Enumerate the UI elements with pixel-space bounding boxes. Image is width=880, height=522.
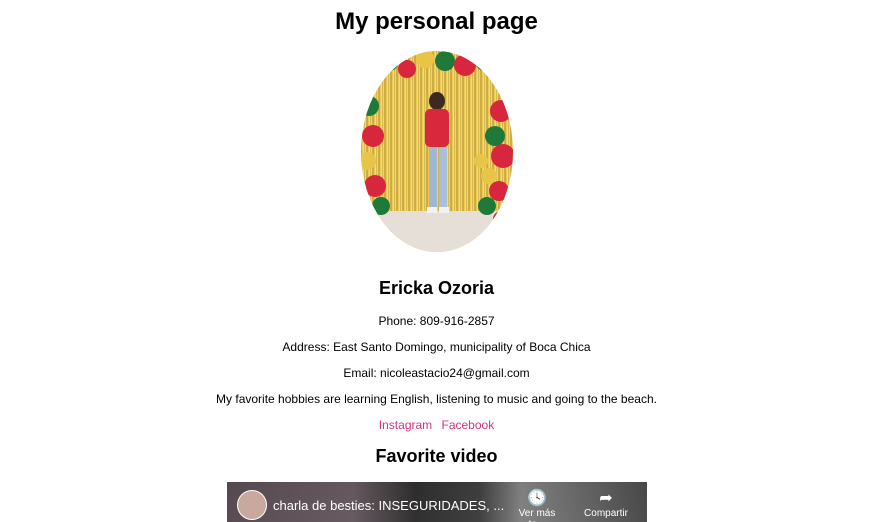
share-icon: ➦ — [599, 490, 613, 507]
social-links: Instagram Facebook — [0, 418, 873, 432]
profile-name: Ericka Ozoria — [378, 278, 495, 298]
address-text: Address: East Santo Domingo, municipalit… — [282, 340, 591, 354]
profile-photo — [361, 51, 513, 252]
email-text: Email: nicoleastacio24@gmail.com — [343, 366, 530, 380]
favorite-video-heading: Favorite video — [375, 446, 498, 466]
video-embed[interactable]: charla de besties: INSEGURIDADES, ... 🕓 … — [227, 482, 647, 522]
clock-icon: 🕓 — [527, 490, 547, 507]
video-title[interactable]: charla de besties: INSEGURIDADES, ... — [273, 498, 504, 514]
watch-later-button[interactable]: 🕓 Ver más ta... — [509, 490, 565, 522]
share-button[interactable]: ➦ Compartir — [578, 490, 634, 519]
phone-text: Phone: 809-916-2857 — [378, 314, 495, 328]
share-label: Compartir — [584, 508, 628, 519]
watch-later-label: Ver más ta... — [518, 508, 556, 522]
personal-page: My personal page Ericka Ozoria Phone: 80… — [0, 0, 880, 522]
page-title: My personal page — [335, 8, 538, 35]
instagram-link[interactable]: Instagram — [379, 418, 432, 432]
channel-avatar[interactable] — [237, 490, 267, 520]
hobbies-text: My favorite hobbies are learning English… — [216, 392, 657, 406]
facebook-link[interactable]: Facebook — [442, 418, 495, 432]
